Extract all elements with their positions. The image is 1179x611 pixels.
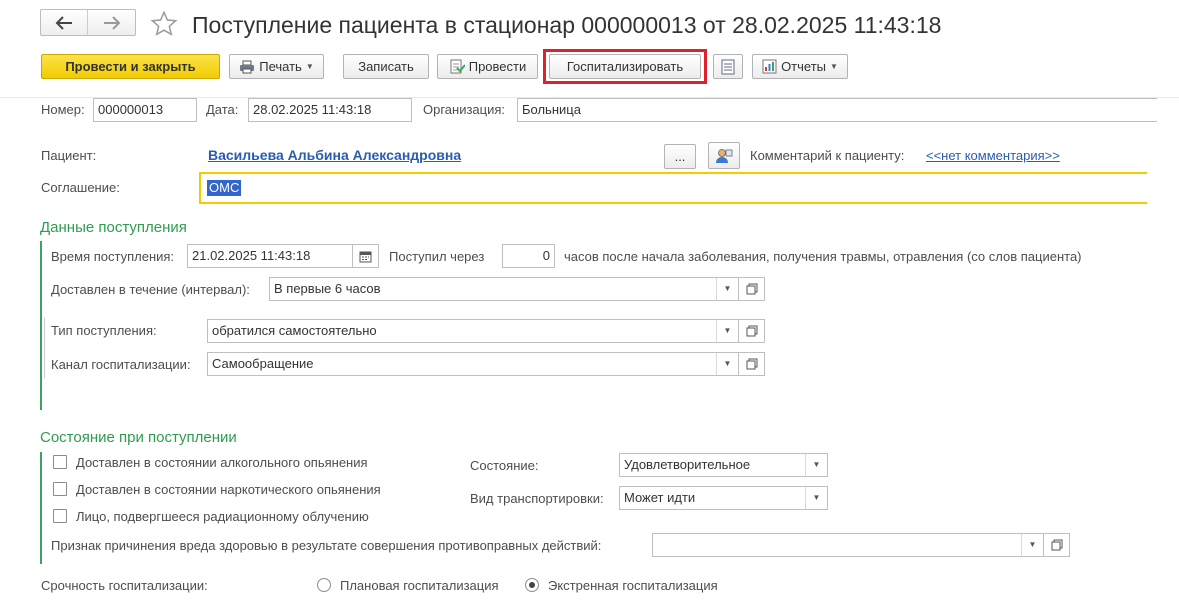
- date-field[interactable]: 28.02.2025 11:43:18: [248, 98, 412, 122]
- patient-name-link[interactable]: Васильева Альбина Александровна: [208, 147, 461, 163]
- condition-section-title: Состояние при поступлении: [40, 429, 237, 446]
- hospitalization-channel-select[interactable]: Самообращение ▼: [207, 352, 739, 376]
- condition-section-bar: [40, 452, 42, 564]
- drug-intoxication-checkbox[interactable]: [53, 482, 67, 496]
- admission-section-bar: [40, 241, 42, 410]
- urgency-emergency-label: Экстренная госпитализация: [548, 578, 718, 593]
- favorite-star-icon[interactable]: [150, 10, 178, 38]
- open-window-icon: [746, 358, 757, 370]
- open-window-icon: [746, 325, 757, 337]
- delivery-interval-value: В первые 6 часов: [274, 281, 381, 296]
- open-window-icon: [746, 283, 757, 295]
- report-chart-icon: [762, 59, 777, 74]
- list-settings-button[interactable]: [713, 54, 743, 79]
- number-field[interactable]: 000000013: [93, 98, 197, 122]
- transport-type-value: Может идти: [624, 490, 696, 505]
- arrived-after-label: Поступил через: [389, 249, 485, 264]
- number-label: Номер:: [41, 102, 85, 117]
- patient-comment-link[interactable]: <<нет комментария>>: [926, 148, 1060, 163]
- reports-button[interactable]: Отчеты ▼: [752, 54, 848, 79]
- agreement-value: ОМС: [207, 180, 242, 196]
- alcohol-intoxication-checkbox[interactable]: [53, 455, 67, 469]
- delivery-interval-label: Доставлен в течение (интервал):: [51, 282, 250, 297]
- hospitalization-channel-open-button[interactable]: [739, 352, 765, 376]
- hospitalize-button[interactable]: Госпитализировать: [549, 54, 701, 79]
- admission-time-label: Время поступления:: [51, 249, 175, 264]
- printer-icon: [240, 60, 255, 73]
- urgency-planned-radio[interactable]: [317, 578, 331, 592]
- arrow-left-icon: [55, 15, 72, 30]
- patient-card-icon: [716, 148, 733, 163]
- state-select[interactable]: Удовлетворительное ▼: [619, 453, 828, 477]
- print-button[interactable]: Печать ▼: [229, 54, 324, 79]
- delivery-interval-select[interactable]: В первые 6 часов ▼: [269, 277, 739, 301]
- patient-label: Пациент:: [41, 148, 97, 163]
- post-button[interactable]: Провести: [437, 54, 538, 79]
- arrow-right-icon: [103, 15, 120, 30]
- chevron-down-icon: ▼: [305, 62, 314, 71]
- calendar-icon: [359, 251, 372, 262]
- open-window-icon: [1051, 539, 1062, 551]
- urgency-emergency-radio[interactable]: [525, 578, 539, 592]
- save-button[interactable]: Записать: [343, 54, 429, 79]
- reports-button-label: Отчеты: [781, 59, 826, 74]
- chevron-down-icon[interactable]: ▼: [716, 353, 738, 375]
- post-button-label: Провести: [468, 59, 527, 74]
- back-button[interactable]: [41, 10, 89, 35]
- agreement-label: Соглашение:: [41, 180, 120, 195]
- admission-type-select[interactable]: обратился самостоятельно ▼: [207, 319, 739, 343]
- state-label: Состояние:: [470, 458, 539, 473]
- alcohol-intoxication-label: Доставлен в состоянии алкогольного опьян…: [76, 455, 368, 470]
- date-label: Дата:: [206, 102, 239, 117]
- agreement-field[interactable]: ОМС: [199, 172, 1147, 204]
- post-and-close-button[interactable]: Провести и закрыть: [41, 54, 220, 79]
- arrived-after-hours-field[interactable]: 0: [502, 244, 555, 268]
- post-document-icon: [450, 59, 465, 73]
- patient-select-button[interactable]: ...: [664, 144, 696, 169]
- drug-intoxication-label: Доставлен в состоянии наркотического опь…: [76, 482, 381, 497]
- patient-comment-label: Комментарий к пациенту:: [750, 148, 905, 163]
- chevron-down-icon[interactable]: ▼: [805, 454, 827, 476]
- window-title: Поступление пациента в стационар 0000000…: [192, 12, 942, 38]
- urgency-label: Срочность госпитализации:: [41, 578, 208, 593]
- arrived-after-suffix: часов после начала заболевания, получени…: [564, 249, 1082, 264]
- nav-back-forward: [40, 9, 136, 36]
- print-button-label: Печать: [259, 59, 302, 74]
- transport-type-select[interactable]: Может идти ▼: [619, 486, 828, 510]
- calendar-button[interactable]: [353, 244, 379, 268]
- harm-sign-select[interactable]: ▼: [652, 533, 1044, 557]
- admission-type-value: обратился самостоятельно: [212, 323, 377, 338]
- radiation-exposure-checkbox[interactable]: [53, 509, 67, 523]
- admission-time-field[interactable]: 21.02.2025 11:43:18: [187, 244, 353, 268]
- admission-section-title: Данные поступления: [40, 219, 187, 236]
- hospitalization-channel-value: Самообращение: [212, 356, 314, 371]
- delivery-interval-open-button[interactable]: [739, 277, 765, 301]
- chevron-down-icon[interactable]: ▼: [1021, 534, 1043, 556]
- radiation-exposure-label: Лицо, подвергшееся радиационному облучен…: [76, 509, 369, 524]
- harm-sign-open-button[interactable]: [1044, 533, 1070, 557]
- organization-field[interactable]: Больница: [517, 98, 1157, 122]
- admission-type-open-button[interactable]: [739, 319, 765, 343]
- chevron-down-icon[interactable]: ▼: [805, 487, 827, 509]
- admission-type-label: Тип поступления:: [51, 323, 157, 338]
- harm-sign-label: Признак причинения вреда здоровью в резу…: [51, 538, 602, 553]
- list-icon: [721, 59, 735, 74]
- hospitalization-channel-label: Канал госпитализации:: [51, 357, 191, 372]
- chevron-down-icon: ▼: [830, 62, 838, 71]
- urgency-planned-label: Плановая госпитализация: [340, 578, 499, 593]
- state-value: Удовлетворительное: [624, 457, 751, 472]
- chevron-down-icon[interactable]: ▼: [716, 278, 738, 300]
- admission-subsection-bar: [44, 318, 45, 378]
- organization-label: Организация:: [423, 102, 506, 117]
- patient-card-button[interactable]: [708, 142, 740, 169]
- forward-button[interactable]: [88, 10, 135, 35]
- chevron-down-icon[interactable]: ▼: [716, 320, 738, 342]
- transport-type-label: Вид транспортировки:: [470, 491, 604, 506]
